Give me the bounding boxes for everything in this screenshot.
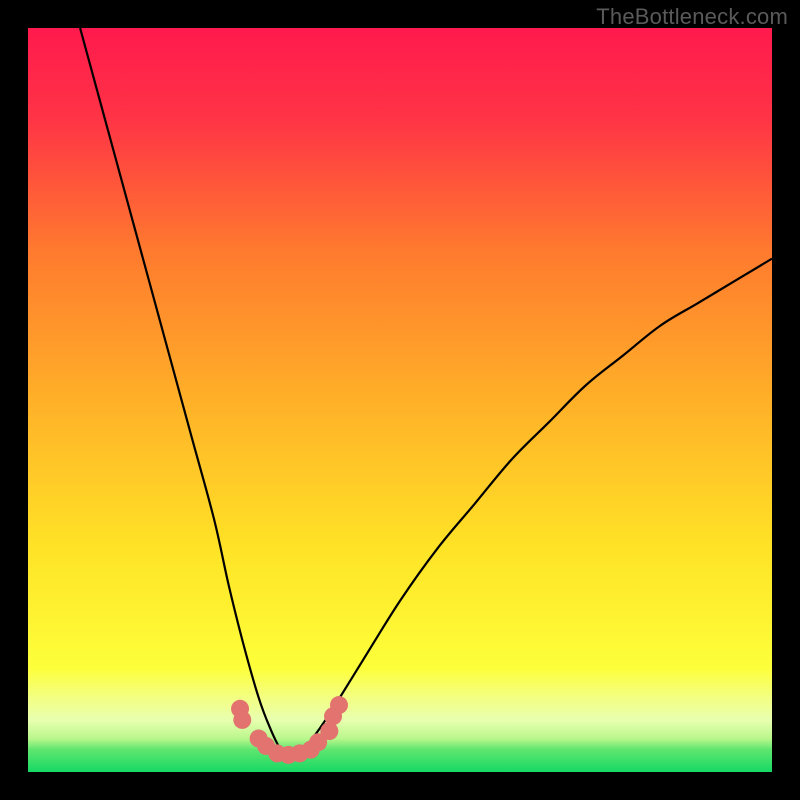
marker-point bbox=[233, 711, 251, 729]
gradient-background bbox=[28, 28, 772, 772]
marker-point bbox=[330, 696, 348, 714]
watermark-text: TheBottleneck.com bbox=[596, 4, 788, 30]
chart-frame: TheBottleneck.com bbox=[0, 0, 800, 800]
chart-svg bbox=[28, 28, 772, 772]
plot-area bbox=[28, 28, 772, 772]
